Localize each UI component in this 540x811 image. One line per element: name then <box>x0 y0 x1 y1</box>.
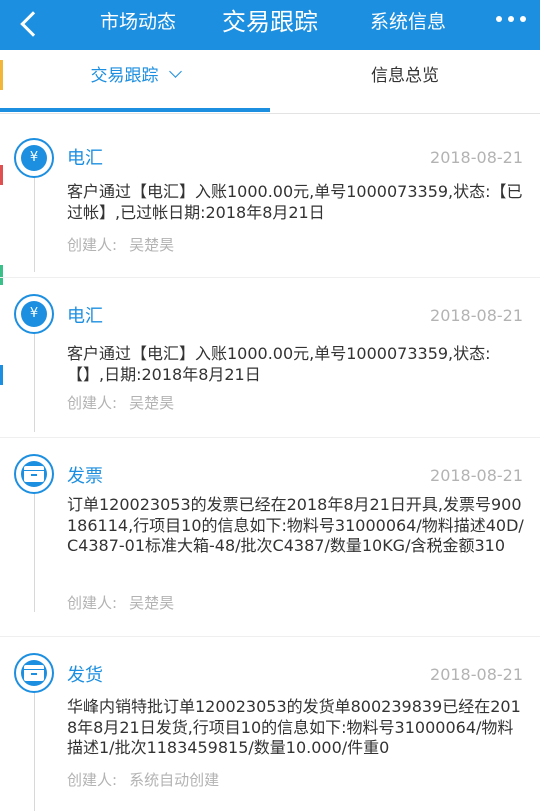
list-item[interactable]: 发货 2018-08-21 华峰内销特批订单120023053的发货单80023… <box>0 637 540 811</box>
back-arrow-icon[interactable] <box>14 8 44 40</box>
item-title: 发货 <box>67 665 103 686</box>
item-creator: 创建人: 吴楚昊 <box>67 392 174 413</box>
yen-refresh-icon: ¥ <box>14 138 54 178</box>
edge-sliver <box>0 60 3 90</box>
item-body: 客户通过【电汇】入账1000.00元,单号1000073359,状态:【已过帐】… <box>67 182 523 222</box>
tab-trade-tracking-label: 交易跟踪 <box>90 66 159 86</box>
creator-label: 创建人: <box>67 771 118 789</box>
tab-info-overview[interactable]: 信息总览 <box>270 50 540 110</box>
creator-label: 创建人: <box>67 236 118 254</box>
creator-label: 创建人: <box>67 594 118 612</box>
shipment-box-icon <box>14 653 54 693</box>
page: 市场动态 交易跟踪 系统信息 交易跟踪 信息总览 ¥ 电汇 2018-08-21… <box>0 0 540 811</box>
list-item[interactable]: ¥ 电汇 2018-08-21 客户通过【电汇】入账1000.00元,单号100… <box>0 278 540 438</box>
list-item[interactable]: ¥ 电汇 2018-08-21 客户通过【电汇】入账1000.00元,单号100… <box>0 116 540 276</box>
item-body: 订单120023053的发票已经在2018年8月21日开具,发票号9001861… <box>67 495 524 555</box>
item-creator: 创建人: 系统自动创建 <box>67 769 219 790</box>
item-date: 2018-08-21 <box>430 306 523 325</box>
creator-name: 系统自动创建 <box>129 771 220 789</box>
nav-market-news[interactable]: 市场动态 <box>100 0 176 50</box>
yen-refresh-icon: ¥ <box>14 294 54 334</box>
list-item[interactable]: 发票 2018-08-21 订单120023053的发票已经在2018年8月21… <box>0 438 540 638</box>
creator-label: 创建人: <box>67 394 118 412</box>
item-body: 客户通过【电汇】入账1000.00元,单号1000073359,状态:【】,日期… <box>67 344 491 384</box>
item-date: 2018-08-21 <box>430 665 523 684</box>
item-title: 发票 <box>67 466 103 487</box>
more-dots-icon[interactable] <box>496 16 530 26</box>
item-creator: 创建人: 吴楚昊 <box>67 234 174 255</box>
nav-system-info[interactable]: 系统信息 <box>370 0 446 50</box>
tab-bar: 交易跟踪 信息总览 <box>0 50 540 114</box>
tab-info-overview-label: 信息总览 <box>371 66 439 86</box>
item-date: 2018-08-21 <box>430 466 523 485</box>
item-date: 2018-08-21 <box>430 148 523 167</box>
item-body: 华峰内销特批订单120023053的发货单800239839已经在2018年8月… <box>67 697 521 757</box>
chevron-down-icon <box>168 65 182 78</box>
item-title: 电汇 <box>67 306 103 327</box>
item-creator: 创建人: 吴楚昊 <box>67 592 174 613</box>
active-tab-indicator <box>0 108 270 112</box>
item-title: 电汇 <box>67 148 103 169</box>
tab-trade-tracking[interactable]: 交易跟踪 <box>0 50 270 110</box>
creator-name: 吴楚昊 <box>129 394 175 412</box>
creator-name: 吴楚昊 <box>129 594 175 612</box>
nav-trade-tracking[interactable]: 交易跟踪 <box>222 0 318 50</box>
creator-name: 吴楚昊 <box>129 236 175 254</box>
invoice-box-icon <box>14 454 54 494</box>
top-nav-bar: 市场动态 交易跟踪 系统信息 <box>0 0 540 50</box>
